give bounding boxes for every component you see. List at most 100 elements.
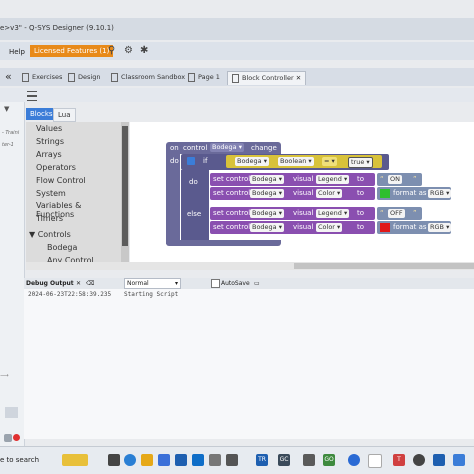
format-dropdown[interactable]: RGB ▾ <box>428 223 452 232</box>
event-control-dropdown[interactable]: Bodega ▾ <box>210 143 245 152</box>
color-swatch[interactable] <box>380 189 390 198</box>
set-control-block[interactable]: set control Bodega ▾ visual Legend ▾ to <box>210 173 375 186</box>
app-icon[interactable] <box>209 454 221 466</box>
store-icon[interactable] <box>158 454 170 466</box>
app-icon[interactable] <box>175 454 187 466</box>
document-icon <box>232 73 239 83</box>
set-control-block[interactable]: set control Bodega ▾ visual Legend ▾ to <box>210 207 375 220</box>
app-tr-icon[interactable]: TR <box>256 454 268 466</box>
blocks-workspace[interactable]: on control Bodega ▾ change do if Bodega … <box>130 122 474 270</box>
visual-property-dropdown[interactable]: Legend ▾ <box>316 209 350 218</box>
close-icon[interactable]: ✕ <box>296 74 301 82</box>
visual-property-dropdown[interactable]: Color ▾ <box>316 223 343 232</box>
app-icon[interactable] <box>226 454 238 466</box>
gear-icon[interactable] <box>187 157 195 165</box>
left-panel-text: ter-1 <box>2 142 14 148</box>
condition-operator-dropdown[interactable]: = ▾ <box>322 157 337 166</box>
edge-icon[interactable] <box>124 454 136 466</box>
log-level-select[interactable]: Normal ▾ <box>124 278 181 289</box>
set-control-dropdown[interactable]: Bodega ▾ <box>250 189 285 198</box>
file-explorer-icon[interactable] <box>141 454 153 466</box>
app-icon[interactable] <box>433 454 445 466</box>
scrollbar-thumb[interactable] <box>294 263 474 269</box>
scrollbar-thumb[interactable] <box>122 126 128 246</box>
document-icon <box>68 72 75 82</box>
tab-label: Page 1 <box>198 73 220 81</box>
string-value[interactable]: ON <box>388 175 402 184</box>
app-t-icon[interactable]: T <box>393 454 405 466</box>
app-icon[interactable] <box>192 454 204 466</box>
clear-icon[interactable]: ⌫ <box>86 280 94 287</box>
event-block[interactable]: on control Bodega ▾ change <box>166 142 281 154</box>
search-box[interactable]: e to search <box>0 456 39 464</box>
set-control-block[interactable]: set control Bodega ▾ visual Color ▾ to <box>210 221 375 234</box>
settings-icon[interactable] <box>4 434 12 442</box>
app-icon[interactable] <box>348 454 360 466</box>
collapse-chevron-icon[interactable]: « <box>5 70 12 83</box>
left-panel-text: - Traini <box>2 130 20 136</box>
tab-blocks[interactable]: Blocks <box>26 108 57 120</box>
app-icon[interactable] <box>303 454 315 466</box>
controls-group[interactable]: ▼ Controls <box>29 230 71 239</box>
menu-help[interactable]: Help <box>9 48 25 56</box>
control-bodega[interactable]: Bodega <box>47 243 77 252</box>
category-scrollbar[interactable] <box>121 122 129 270</box>
save-icon[interactable] <box>5 407 18 418</box>
color-swatch[interactable] <box>380 223 390 232</box>
tab-exercises[interactable]: Exercises <box>22 71 62 84</box>
folder-icon[interactable]: ▭ <box>254 280 260 287</box>
set-control-text: set control <box>213 209 251 217</box>
set-control-block[interactable]: set control Bodega ▾ visual Color ▾ to <box>210 187 375 200</box>
tab-page-1[interactable]: Page 1 <box>188 71 220 84</box>
app-icon[interactable] <box>413 454 425 466</box>
workspace-horizontal-scrollbar[interactable] <box>26 262 474 270</box>
condition-value-dropdown[interactable]: true ▾ <box>348 157 373 168</box>
tab-label: Block Controller <box>242 74 294 82</box>
visual-property-dropdown[interactable]: Color ▾ <box>316 189 343 198</box>
if-branches-column: do else <box>181 170 209 240</box>
condition-control-dropdown[interactable]: Bodega ▾ <box>235 157 270 166</box>
widget-icon[interactable] <box>62 454 88 466</box>
color-block[interactable]: format as RGB ▾ <box>377 187 452 200</box>
gear-icon[interactable]: ⚙ <box>124 45 133 56</box>
category-operators[interactable]: Operators <box>36 163 76 172</box>
hamburger-menu-icon[interactable] <box>27 91 37 101</box>
chrome-icon[interactable] <box>368 454 382 468</box>
tab-classroom-sandbox[interactable]: Classroom Sandbox <box>111 71 185 84</box>
tab-design[interactable]: Design <box>68 71 100 84</box>
string-value[interactable]: OFF <box>388 209 405 218</box>
tab-block-controller[interactable]: Block Controller ✕ <box>227 71 307 85</box>
app-gc-icon[interactable]: GC <box>278 454 290 466</box>
category-arrays[interactable]: Arrays <box>36 150 62 159</box>
set-control-dropdown[interactable]: Bodega ▾ <box>250 175 285 184</box>
condition-type-dropdown[interactable]: Boolean ▾ <box>278 157 314 166</box>
category-flow-control[interactable]: Flow Control <box>36 176 86 185</box>
category-system[interactable]: System <box>36 189 66 198</box>
category-strings[interactable]: Strings <box>36 137 64 146</box>
if-label: if <box>203 157 208 165</box>
condition-block[interactable]: Bodega ▾ Boolean ▾ = ▾ true ▾ <box>226 155 382 168</box>
licensed-features-button[interactable]: Licensed Features (1) <box>30 45 114 57</box>
category-values[interactable]: Values <box>36 124 62 133</box>
visual-property-dropdown[interactable]: Legend ▾ <box>316 175 350 184</box>
document-icon <box>22 72 29 82</box>
color-block[interactable]: format as RGB ▾ <box>377 221 452 234</box>
string-block[interactable]: “ OFF ” <box>377 207 422 220</box>
set-control-dropdown[interactable]: Bodega ▾ <box>250 209 285 218</box>
set-control-dropdown[interactable]: Bodega ▾ <box>250 223 285 232</box>
star-icon[interactable]: ✱ <box>140 45 148 56</box>
string-block[interactable]: “ ON ” <box>377 173 422 186</box>
scroll-arrow-icon[interactable]: ⟶ <box>0 372 9 379</box>
autosave-checkbox[interactable] <box>211 279 220 288</box>
window-title: e>v3" - Q-SYS Designer (9.10.1) <box>0 24 114 32</box>
app-icon[interactable] <box>453 454 465 466</box>
start-icon[interactable] <box>108 454 120 466</box>
filter-icon[interactable]: ▼ <box>4 105 9 113</box>
app-go-icon[interactable]: GO <box>323 454 335 466</box>
category-timers[interactable]: Timers <box>36 214 63 223</box>
format-dropdown[interactable]: RGB ▾ <box>428 189 452 198</box>
tab-lua[interactable]: Lua <box>53 108 76 122</box>
pin-icon[interactable]: ⚲ <box>108 45 115 56</box>
windows-taskbar: e to search TR GC GO T <box>0 446 474 474</box>
close-icon[interactable]: ✕ <box>76 280 81 287</box>
